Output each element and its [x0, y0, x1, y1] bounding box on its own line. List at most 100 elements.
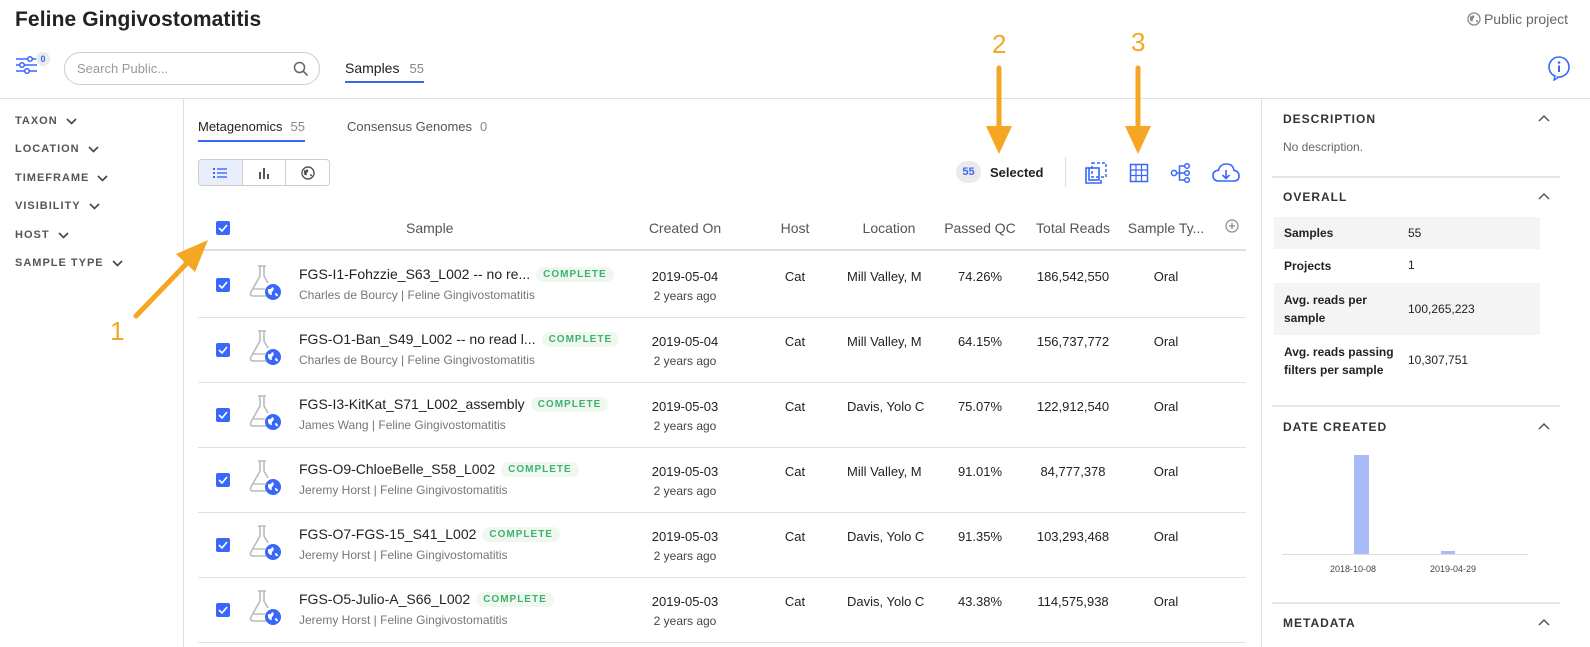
sample-owner-project: Charles de Bourcy | Feline Gingivostomat… [299, 288, 535, 302]
created-relative: 2 years ago [653, 289, 717, 303]
tab-samples[interactable]: Samples 55 [345, 60, 424, 83]
sample-name[interactable]: FGS-I1-Fohzzie_S63_L002 -- no re... [299, 266, 530, 282]
histogram-bar[interactable] [1354, 455, 1369, 554]
description-section-title[interactable]: DESCRIPTION [1283, 112, 1376, 126]
row-checkbox[interactable] [216, 603, 230, 617]
table-row[interactable]: FGS-O7-FGS-15_S41_L002 COMPLETE Jeremy Hor… [198, 513, 1246, 578]
column-header-passed-qc[interactable]: Passed QC [940, 220, 1020, 236]
list-view-button[interactable] [199, 160, 243, 185]
host-cell: Cat [784, 269, 806, 284]
row-checkbox[interactable] [216, 343, 230, 357]
chevron-down-icon [97, 174, 108, 182]
stats-label: Samples [1284, 226, 1334, 240]
sample-name-cell[interactable]: FGS-O5-Julio-A_S66_L002 COMPLETE [299, 591, 554, 607]
sample-name-cell[interactable]: FGS-O7-FGS-15_S41_L002 COMPLETE [299, 526, 560, 542]
filter-sample-type[interactable]: SAMPLE TYPE [15, 257, 123, 269]
stats-label: Avg. reads passing filters per sample [1284, 345, 1394, 377]
column-header-created-on[interactable]: Created On [620, 220, 750, 236]
host-cell: Cat [784, 399, 806, 414]
table-row[interactable]: FGS-I1-Fohzzie_S63_L002 -- no re... COMPL… [198, 253, 1246, 318]
create-collection-button[interactable] [1082, 159, 1110, 187]
filter-label: VISIBILITY [15, 200, 81, 212]
created-relative: 2 years ago [653, 354, 717, 368]
tree-icon [1170, 162, 1191, 184]
chart-view-button[interactable] [243, 160, 287, 185]
table-row[interactable]: FGS-O5-Julio-A_S66_L002 COMPLETE Jeremy Ho… [198, 578, 1246, 643]
page-title: Feline Gingivostomatitis [15, 8, 262, 31]
sample-type-cell: Oral [1153, 529, 1179, 544]
search-icon[interactable] [293, 61, 309, 77]
chevron-up-icon[interactable] [1538, 422, 1550, 430]
section-divider [1272, 602, 1560, 604]
overall-section-title[interactable]: OVERALL [1283, 190, 1347, 204]
table-row[interactable]: FGS-I3-KitKat_S71_L002_assembly COMPLETE J… [198, 383, 1246, 448]
filter-label: TAXON [15, 115, 58, 127]
sample-owner-project: James Wang | Feline Gingivostomatitis [299, 418, 506, 432]
tab-consensus-genomes[interactable]: Consensus Genomes 0 [347, 119, 487, 140]
histogram-bar[interactable] [1441, 551, 1455, 554]
sample-name[interactable]: FGS-O9-ChloeBelle_S58_L002 [299, 461, 495, 477]
filter-timeframe[interactable]: TIMEFRAME [15, 172, 108, 184]
globe-icon [300, 165, 315, 180]
column-header-total-reads[interactable]: Total Reads [1028, 220, 1118, 236]
download-button[interactable] [1210, 159, 1242, 187]
sample-owner-project: Jeremy Horst | Feline Gingivostomatitis [299, 613, 508, 627]
sample-name-cell[interactable]: FGS-I1-Fohzzie_S63_L002 -- no re... COMPL… [299, 266, 614, 282]
filter-host[interactable]: HOST [15, 229, 69, 241]
sample-type-cell: Oral [1153, 399, 1179, 414]
created-date: 2019-05-03 [651, 594, 719, 609]
passed-qc-cell: 75.07% [957, 399, 1003, 414]
sample-name-cell[interactable]: FGS-I3-KitKat_S71_L002_assembly COMPLETE [299, 396, 609, 412]
table-row[interactable]: FGS-O9-ChloeBelle_S58_L002 COMPLETE Jeremy… [198, 448, 1246, 513]
total-reads-cell: 156,737,772 [1036, 334, 1110, 349]
row-checkbox[interactable] [216, 473, 230, 487]
location-cell: Mill Valley, M [847, 334, 922, 349]
row-checkbox[interactable] [216, 538, 230, 552]
status-badge: COMPLETE [530, 397, 609, 412]
map-view-button[interactable] [286, 160, 329, 185]
sample-name[interactable]: FGS-O5-Julio-A_S66_L002 [299, 591, 470, 607]
checkmark-icon [218, 541, 228, 549]
column-header-sample-type[interactable]: Sample Ty... [1122, 220, 1210, 236]
tab-metagenomics[interactable]: Metagenomics 55 [198, 119, 306, 142]
sample-name[interactable]: FGS-I3-KitKat_S71_L002_assembly [299, 396, 525, 412]
chevron-up-icon[interactable] [1538, 618, 1550, 626]
info-panel-button[interactable] [1546, 55, 1572, 86]
column-header-sample[interactable]: Sample [406, 220, 453, 236]
filter-location[interactable]: LOCATION [15, 143, 99, 155]
chevron-down-icon [66, 117, 77, 125]
sample-name-cell[interactable]: FGS-O1-Ban_S49_L002 -- no read l... COMPL… [299, 331, 620, 347]
search-box [64, 52, 320, 85]
sample-name[interactable]: FGS-O7-FGS-15_S41_L002 [299, 526, 476, 542]
search-input[interactable] [77, 61, 287, 76]
filter-visibility[interactable]: VISIBILITY [15, 200, 100, 212]
row-checkbox[interactable] [216, 278, 230, 292]
list-icon [213, 167, 228, 178]
checkmark-icon [218, 281, 228, 289]
filter-taxon[interactable]: TAXON [15, 115, 77, 127]
filter-label: HOST [15, 229, 50, 241]
selected-label: Selected [990, 165, 1044, 180]
sample-name-cell[interactable]: FGS-O9-ChloeBelle_S58_L002 COMPLETE [299, 461, 579, 477]
public-project-label: Public project [1467, 11, 1568, 27]
date-created-section-title[interactable]: DATE CREATED [1283, 420, 1387, 434]
phylo-tree-button[interactable] [1167, 159, 1195, 187]
column-header-host[interactable]: Host [765, 220, 825, 236]
row-checkbox[interactable] [216, 408, 230, 422]
filter-label: TIMEFRAME [15, 172, 90, 184]
column-header-location[interactable]: Location [844, 220, 934, 236]
table-row[interactable]: FGS-O1-Ban_S49_L002 -- no read l... COMPL… [198, 318, 1246, 383]
heatmap-button[interactable] [1125, 159, 1153, 187]
passed-qc-cell: 74.26% [957, 269, 1003, 284]
select-all-checkbox[interactable] [216, 221, 230, 235]
add-column-button[interactable] [1225, 219, 1239, 238]
sample-name[interactable]: FGS-O1-Ban_S49_L002 -- no read l... [299, 331, 536, 347]
sample-type-cell: Oral [1153, 464, 1179, 479]
section-divider [1272, 176, 1560, 178]
passed-qc-cell: 91.35% [957, 529, 1003, 544]
metadata-section-title[interactable]: METADATA [1283, 616, 1356, 630]
chevron-up-icon[interactable] [1538, 192, 1550, 200]
created-relative: 2 years ago [653, 484, 717, 498]
chevron-up-icon[interactable] [1538, 114, 1550, 122]
status-badge: COMPLETE [476, 592, 554, 607]
